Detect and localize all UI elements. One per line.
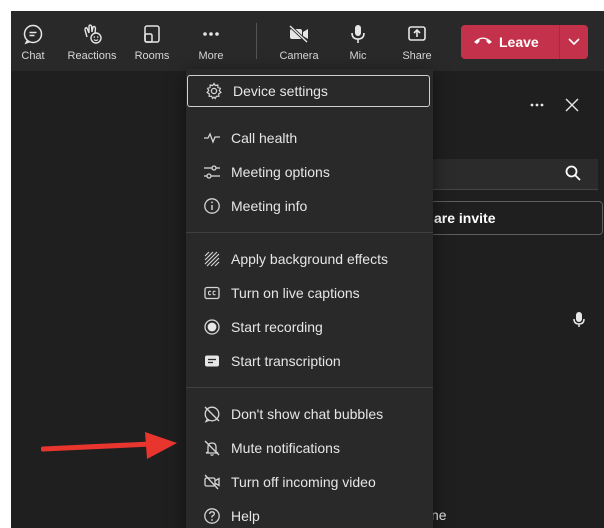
share-invite-label: are invite bbox=[434, 210, 496, 226]
menu-item-label: Apply background effects bbox=[231, 251, 388, 267]
pulse-icon bbox=[201, 127, 223, 149]
gear-icon bbox=[203, 80, 225, 102]
mic-label: Mic bbox=[349, 50, 367, 62]
leave-label: Leave bbox=[499, 34, 539, 50]
menu-item-label: Meeting options bbox=[231, 164, 330, 180]
menu-item-label: Call health bbox=[231, 130, 298, 146]
rooms-icon bbox=[141, 22, 163, 46]
menu-item-start-recording[interactable]: Start recording bbox=[186, 311, 433, 343]
transcript-icon bbox=[201, 350, 223, 372]
menu-item-device-settings[interactable]: Device settings bbox=[187, 75, 430, 107]
camera-off-icon bbox=[287, 22, 311, 46]
menu-item-meeting-options[interactable]: Meeting options bbox=[186, 156, 433, 188]
record-icon bbox=[201, 316, 223, 338]
more-button[interactable]: More bbox=[191, 11, 231, 71]
menu-item-label: Turn on live captions bbox=[231, 285, 360, 301]
sliders-icon bbox=[201, 161, 223, 183]
chat-button[interactable]: Chat bbox=[15, 11, 51, 71]
bell-off-icon bbox=[201, 437, 223, 459]
menu-item-label: Device settings bbox=[233, 83, 328, 99]
menu-divider bbox=[186, 387, 433, 388]
share-screen-icon bbox=[406, 22, 428, 46]
toolbar-divider bbox=[256, 23, 257, 59]
panel-more-options-icon[interactable] bbox=[529, 97, 545, 118]
close-icon[interactable] bbox=[564, 97, 580, 118]
rooms-button[interactable]: Rooms bbox=[131, 11, 173, 71]
camera-button[interactable]: Camera bbox=[276, 11, 322, 71]
menu-divider bbox=[186, 232, 433, 233]
menu-item-label: Mute notifications bbox=[231, 440, 340, 456]
participant-name-fragment: ne bbox=[431, 507, 447, 523]
chat-label: Chat bbox=[21, 50, 45, 62]
share-label: Share bbox=[402, 50, 432, 62]
microphone-icon bbox=[347, 22, 369, 46]
leave-button-group: Leave bbox=[461, 25, 588, 59]
reactions-button[interactable]: Reactions bbox=[63, 11, 121, 71]
rooms-label: Rooms bbox=[134, 50, 170, 62]
search-icon[interactable] bbox=[564, 164, 582, 187]
reactions-icon bbox=[80, 22, 104, 46]
background-effects-icon bbox=[201, 248, 223, 270]
leave-options-button[interactable] bbox=[560, 25, 588, 59]
meeting-toolbar: Chat Reactions Rooms More Camera Mic Sha… bbox=[11, 11, 604, 71]
chat-icon bbox=[22, 22, 44, 46]
menu-item-dont-show-chat-bubbles[interactable]: Don't show chat bubbles bbox=[186, 398, 433, 430]
menu-item-label: Don't show chat bubbles bbox=[231, 406, 384, 422]
menu-item-label: Meeting info bbox=[231, 198, 308, 214]
menu-item-label: Turn off incoming video bbox=[231, 474, 376, 490]
menu-item-start-transcription[interactable]: Start transcription bbox=[186, 345, 433, 377]
chat-bubble-off-icon bbox=[201, 403, 223, 425]
menu-item-apply-background-effects[interactable]: Apply background effects bbox=[186, 243, 433, 275]
hang-up-icon bbox=[473, 33, 493, 51]
help-icon bbox=[201, 505, 223, 527]
more-label: More bbox=[198, 50, 224, 62]
mic-button[interactable]: Mic bbox=[341, 11, 375, 71]
menu-item-meeting-info[interactable]: Meeting info bbox=[186, 190, 433, 222]
menu-item-turn-off-incoming-video[interactable]: Turn off incoming video bbox=[186, 466, 433, 498]
chevron-down-icon bbox=[568, 33, 580, 51]
info-icon bbox=[201, 195, 223, 217]
menu-item-call-health[interactable]: Call health bbox=[186, 122, 433, 154]
reactions-label: Reactions bbox=[67, 50, 117, 62]
more-options-menu: Device settings Call health Meeting opti… bbox=[186, 69, 433, 528]
menu-item-help[interactable]: Help bbox=[186, 500, 433, 528]
captions-icon bbox=[201, 282, 223, 304]
share-invite-button[interactable]: are invite bbox=[421, 201, 603, 235]
video-off-icon bbox=[201, 471, 223, 493]
menu-item-mute-notifications[interactable]: Mute notifications bbox=[186, 432, 433, 464]
leave-button[interactable]: Leave bbox=[461, 25, 559, 59]
menu-item-label: Start transcription bbox=[231, 353, 341, 369]
share-button[interactable]: Share bbox=[398, 11, 436, 71]
camera-label: Camera bbox=[279, 50, 319, 62]
menu-item-turn-on-live-captions[interactable]: Turn on live captions bbox=[186, 277, 433, 309]
menu-item-label: Start recording bbox=[231, 319, 323, 335]
participant-mic-icon bbox=[571, 311, 587, 334]
teams-meeting-window: Chat Reactions Rooms More Camera Mic Sha… bbox=[11, 11, 604, 528]
more-dots-icon bbox=[200, 22, 222, 46]
menu-item-label: Help bbox=[231, 508, 260, 524]
annotation-arrow bbox=[40, 429, 181, 474]
